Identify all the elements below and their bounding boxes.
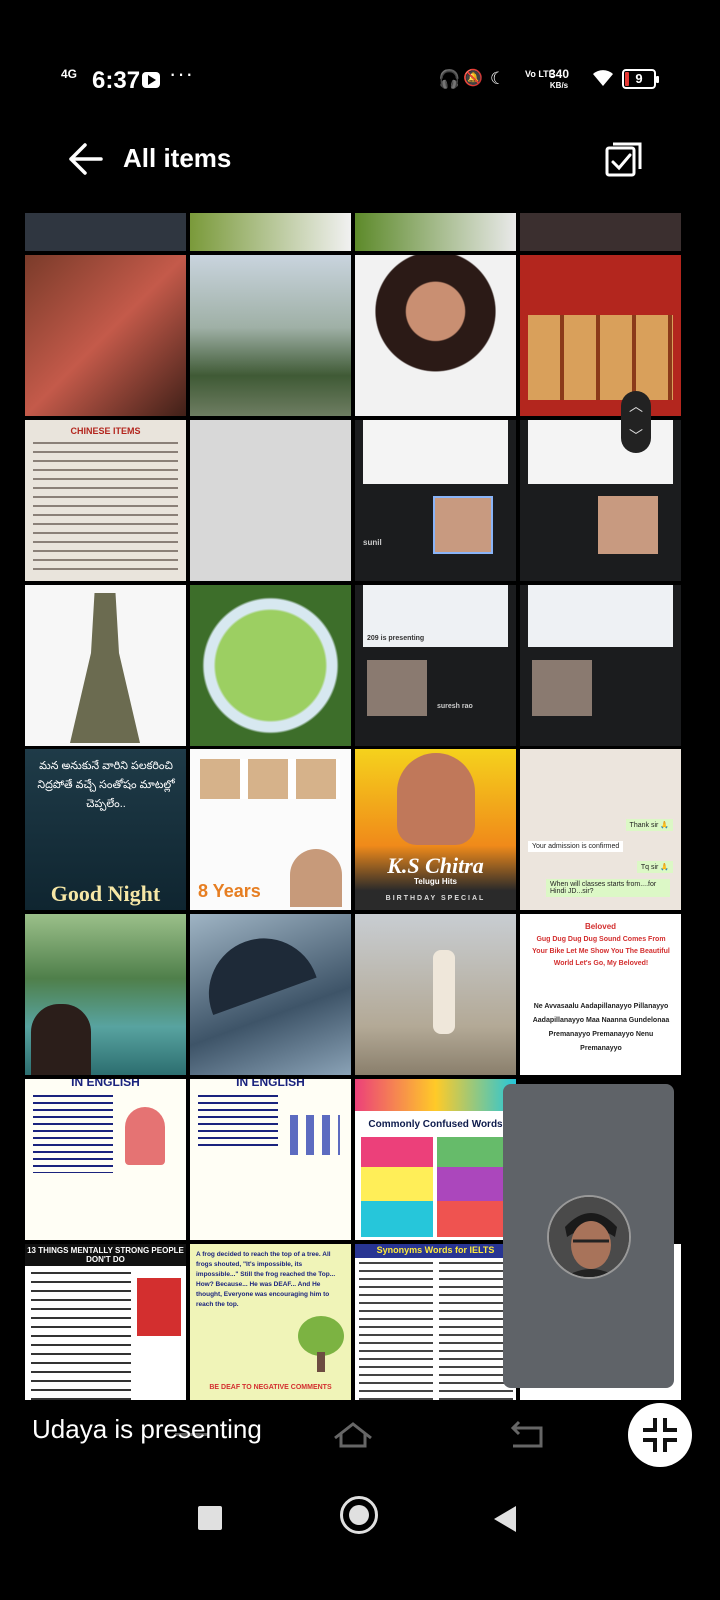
gallery-thumbnail[interactable] [520, 213, 681, 251]
fast-scroll-handle[interactable]: ︿ ﹀ [621, 391, 651, 453]
menu-title: CHINESE ITEMS [70, 426, 141, 436]
network-speed-value: 340 [549, 67, 570, 81]
gallery-thumbnail-lyrics[interactable]: Beloved Gug Dug Dug Dug Sound Comes From… [520, 914, 681, 1075]
gallery-thumbnail-frog-story[interactable]: A frog decided to reach the top of a tre… [190, 1244, 351, 1400]
mentally-strong-title: 13 THINGS MENTALLY STRONG PEOPLE DON'T D… [27, 1246, 184, 1264]
song-title: Beloved [584, 922, 617, 931]
wifi-icon [593, 70, 613, 86]
meet-presenting-label: 209 is presenting [367, 635, 425, 642]
network-speed: 340 KB/s [549, 68, 569, 92]
gallery-thumbnail-meet[interactable]: 209 is presenting suresh rao [355, 585, 516, 746]
gallery-thumbnail-chat[interactable]: Thank sir 🙏 Your admission is confirmed … [520, 749, 681, 910]
years-badge: 8 Years [198, 881, 261, 901]
page-title: All items [123, 143, 232, 173]
frog-story-text: A frog decided to reach the top of a tre… [196, 1251, 336, 1308]
exit-fullscreen-button[interactable] [628, 1403, 692, 1467]
meet-participant-name: sunil [363, 538, 382, 547]
battery-indicator: 9 [622, 69, 659, 89]
gallery-thumbnail[interactable] [25, 213, 186, 251]
presenting-bar: Udaya is presenting [25, 1400, 695, 1470]
chat-message: Tq sir 🙏 [636, 861, 673, 873]
gallery-thumbnail-meet[interactable] [520, 420, 681, 581]
avatar-image [549, 1197, 629, 1277]
gallery-thumbnail-chitra[interactable]: K.S Chitra Telugu Hits BIRTHDAY SPECIAL [355, 749, 516, 910]
ielts-title: Synonyms Words for IELTS [376, 1245, 495, 1255]
recents-square-icon[interactable] [198, 1506, 222, 1530]
song-lyrics: Ne Avvasaalu Aadapillanayyo Pillanayyo A… [532, 1003, 670, 1052]
gallery-thumbnail-english[interactable]: IN ENGLISH [25, 1079, 186, 1240]
alarm-off-icon: 🔕 [463, 70, 483, 87]
status-bar: 4G 6:37 ··· 🎧 🔕 ☾ Vo LTE 340 KB/s 9 [25, 55, 695, 105]
gallery-thumbnail-poster[interactable]: 8 Years [190, 749, 351, 910]
headphones-icon: 🎧 [438, 69, 461, 89]
song-lines: Gug Dug Dug Dug Sound Comes From Your Bi… [532, 936, 670, 967]
gallery-thumbnail-mountain[interactable] [190, 255, 351, 416]
gallery-thumbnail-lake[interactable] [25, 914, 186, 1075]
gallery-thumbnail-portrait[interactable] [355, 255, 516, 416]
dnd-moon-icon: ☾ [490, 69, 506, 88]
exit-fullscreen-icon [643, 1418, 677, 1452]
gallery-thumbnail-meet[interactable]: sunil [355, 420, 516, 581]
gallery-thumbnail-english[interactable]: IN ENGLISH [190, 1079, 351, 1240]
chitra-title: K.S Chitra [387, 853, 484, 878]
gallery-thumbnail-menu[interactable] [520, 255, 681, 416]
chevron-down-icon[interactable]: ﹀ [621, 421, 651, 451]
gallery-thumbnail-food[interactable] [190, 585, 351, 746]
presenting-status-text: Udaya is presenting [32, 1414, 262, 1444]
gallery-thumbnail[interactable] [190, 213, 351, 251]
multi-select-icon[interactable] [603, 139, 645, 181]
english-header: IN ENGLISH [236, 1079, 305, 1089]
confused-words-title: Commonly Confused Words [368, 1119, 503, 1130]
gallery-thumbnail-meet[interactable] [520, 585, 681, 746]
screen-share-view: 4G 6:37 ··· 🎧 🔕 ☾ Vo LTE 340 KB/s 9 All … [25, 55, 695, 1505]
meet-participant-name: suresh rao [437, 703, 473, 710]
app-bar: All items [25, 125, 695, 195]
youtube-icon [142, 72, 160, 88]
back-triangle-icon[interactable] [494, 1506, 516, 1532]
gallery-thumbnail-menu[interactable]: CHINESE ITEMS [25, 420, 186, 581]
network-speed-unit: KB/s [549, 81, 569, 90]
gallery-thumbnail-confused-words[interactable]: Commonly Confused Words [355, 1079, 516, 1240]
gallery-thumbnail[interactable] [355, 213, 516, 251]
chitra-banner: BIRTHDAY SPECIAL [385, 895, 486, 902]
gallery-thumbnail-ielts[interactable]: Synonyms Words for IELTS [355, 1244, 516, 1400]
chat-message: Thank sir 🙏 [625, 819, 673, 831]
good-night-text: Good Night [50, 881, 161, 906]
more-notifications-icon: ··· [169, 61, 194, 86]
gallery-thumbnail-mentally-strong[interactable]: 13 THINGS MENTALLY STRONG PEOPLE DON'T D… [25, 1244, 186, 1400]
self-view-tile[interactable] [503, 1084, 674, 1388]
clock: 6:37 [92, 67, 141, 94]
english-header: IN ENGLISH [71, 1079, 140, 1089]
telugu-greeting-text: మన అనుకునే వారిని పలకరించి నిద్రపోతే వచ్… [37, 760, 175, 810]
chitra-subtitle: Telugu Hits [414, 877, 457, 886]
home-circle-icon[interactable] [340, 1496, 378, 1534]
network-type: 4G [61, 67, 78, 81]
gallery-thumbnail-goodnight[interactable]: మన అనుకునే వారిని పలకరించి నిద్రపోతే వచ్… [25, 749, 186, 910]
gallery-thumbnail-screen[interactable] [190, 420, 351, 581]
chevron-up-icon[interactable]: ︿ [621, 391, 651, 421]
avatar [547, 1195, 631, 1279]
gallery-thumbnail-umbrella[interactable] [190, 914, 351, 1075]
gallery-thumbnail-selfie[interactable] [25, 255, 186, 416]
gallery-thumbnail-dress[interactable] [25, 585, 186, 746]
back-arrow-icon[interactable] [65, 141, 105, 177]
gallery-thumbnail-video[interactable] [355, 914, 516, 1075]
chat-message: Your admission is confirmed [528, 841, 624, 852]
chat-message: When will classes starts from....for Hin… [546, 879, 670, 897]
frog-story-footer: BE DEAF TO NEGATIVE COMMENTS [209, 1384, 332, 1391]
